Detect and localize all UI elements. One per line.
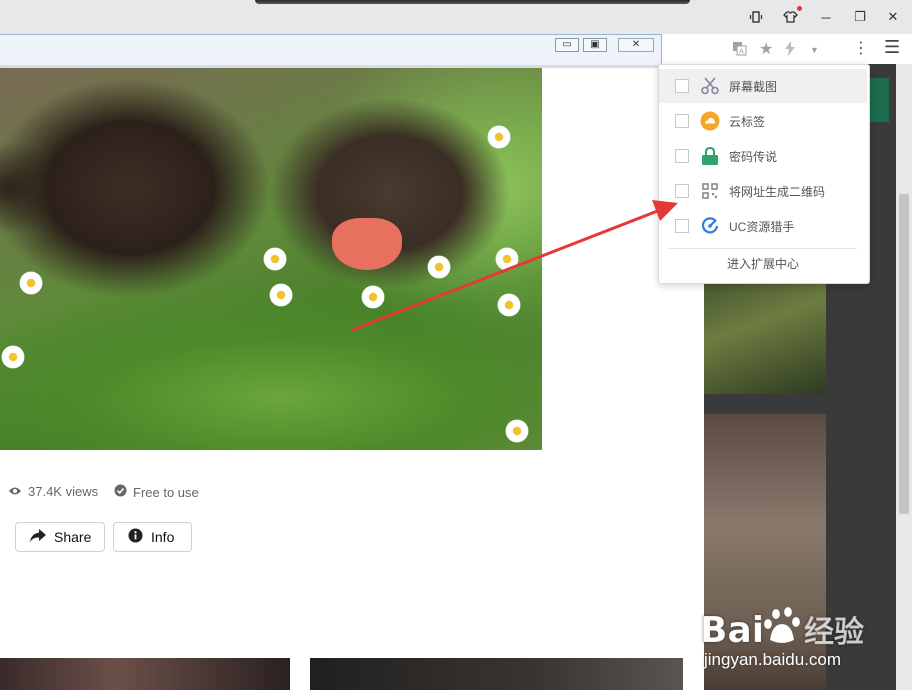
daisy — [360, 284, 386, 310]
svg-text:经验: 经验 — [804, 615, 864, 650]
chevron-down-icon[interactable]: ▼ — [810, 45, 819, 55]
tab-strip-edge — [255, 0, 690, 4]
notification-dot — [797, 6, 802, 11]
item-checkbox[interactable] — [675, 79, 689, 93]
puppy-photo[interactable] — [0, 68, 542, 450]
menu-item-password[interactable]: 密码传说 — [659, 139, 867, 173]
star-icon[interactable]: ★ — [759, 39, 773, 59]
item-checkbox[interactable] — [675, 219, 689, 233]
menu-item-label: 将网址生成二维码 — [729, 184, 826, 199]
restore-button[interactable]: ❐ — [849, 8, 871, 26]
menu-item-label: 屏幕截图 — [729, 79, 778, 94]
daisy — [486, 124, 512, 150]
menu-item-uc-hunter[interactable]: UC资源猎手 — [659, 209, 867, 243]
baidu-jingyan-watermark: Bai 经验 jingyan.baidu.com — [700, 590, 910, 690]
svg-text:Bai: Bai — [700, 610, 764, 651]
lightning-icon[interactable] — [784, 41, 796, 59]
daisy — [496, 292, 522, 318]
daisy — [494, 246, 520, 272]
lock-icon — [700, 146, 720, 166]
thumbnail-image[interactable] — [0, 658, 290, 690]
daisy — [504, 418, 530, 444]
uc-hunter-icon — [700, 216, 720, 236]
menu-item-cloud-tabs[interactable]: 云标签 — [659, 104, 867, 138]
menu-item-screenshot[interactable]: 屏幕截图 — [659, 69, 867, 103]
qrcode-icon — [700, 181, 720, 201]
views-text: 37.4K views — [28, 484, 99, 499]
close-button[interactable]: ✕ — [882, 8, 904, 26]
license-text: Free to use — [133, 484, 199, 500]
inner-close-button[interactable]: ✕ — [618, 38, 654, 52]
minimize-button[interactable]: ─ — [815, 8, 837, 26]
cloud-icon — [700, 111, 720, 131]
menu-divider — [669, 248, 857, 249]
menu-item-qrcode[interactable]: 将网址生成二维码 — [659, 174, 867, 208]
share-label: Share — [54, 529, 92, 545]
watermark-url: jingyan.baidu.com — [704, 650, 842, 669]
more-menu-icon[interactable]: ⋮ — [853, 38, 869, 58]
scrollbar-thumb[interactable] — [899, 194, 909, 514]
info-button[interactable]: Info — [113, 522, 192, 552]
scissors-icon — [700, 76, 720, 96]
browser-title-bar: ─ ❐ ✕ — [0, 0, 912, 34]
info-icon — [128, 528, 143, 546]
thumbnail-image[interactable] — [310, 658, 683, 690]
inner-minimize-button[interactable]: ▭ — [555, 38, 579, 52]
menu-item-label: 云标签 — [729, 114, 766, 129]
address-bar-tools: A ★ ▼ ⋮ ☰ — [666, 34, 912, 64]
hamburger-menu-icon[interactable]: ☰ — [884, 37, 900, 58]
info-label: Info — [151, 529, 175, 545]
views-count: 37.4K views — [8, 484, 98, 499]
share-arrow-icon — [30, 529, 46, 545]
inner-restore-button[interactable]: ▣ — [583, 38, 607, 52]
translate-icon[interactable]: A — [732, 41, 747, 59]
license-status: Free to use — [114, 484, 199, 500]
item-checkbox[interactable] — [675, 184, 689, 198]
svg-text:A: A — [739, 48, 744, 56]
menu-item-label: UC资源猎手 — [729, 219, 795, 234]
daisy — [268, 282, 294, 308]
item-checkbox[interactable] — [675, 149, 689, 163]
daisy — [18, 270, 44, 296]
share-button[interactable]: Share — [15, 522, 105, 552]
eye-icon — [8, 484, 22, 499]
daisy — [426, 254, 452, 280]
daisy — [0, 344, 26, 370]
check-circle-icon — [114, 484, 127, 500]
inner-window-titlebar: ▭ ▣ ✕ — [0, 34, 662, 68]
puppy-tongue — [332, 218, 402, 270]
menu-item-label: 密码传说 — [729, 149, 778, 164]
extension-center-link[interactable]: 进入扩展中心 — [659, 255, 867, 272]
item-checkbox[interactable] — [675, 114, 689, 128]
daisy — [262, 246, 288, 272]
extensions-menu: 屏幕截图 云标签 密码传说 将网址生成二维码 UC资源猎手 进入扩展中心 — [658, 64, 870, 284]
phone-icon[interactable] — [745, 8, 767, 26]
